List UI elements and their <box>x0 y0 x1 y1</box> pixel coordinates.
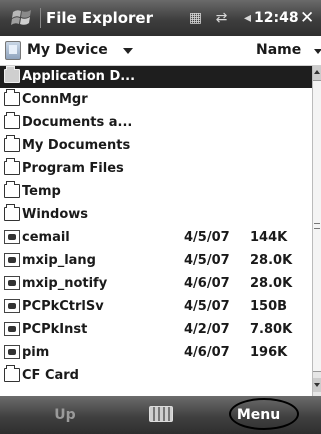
file-name: ConnMgr <box>22 92 88 107</box>
scroll-up-arrow-icon[interactable] <box>313 66 321 80</box>
vertical-scrollbar[interactable] <box>312 66 321 396</box>
file-size: 150B <box>250 299 288 314</box>
close-button[interactable]: ✕ <box>300 0 314 36</box>
file-icon <box>4 322 20 336</box>
scroll-grip-icon <box>314 223 320 229</box>
sort-label: Name <box>256 42 302 58</box>
menu-highlight-ring <box>229 398 299 430</box>
file-row[interactable]: cemail 4/5/07 144K <box>0 227 312 249</box>
folder-icon <box>4 365 20 382</box>
folder-row[interactable]: CF Card <box>0 365 312 387</box>
folder-icon <box>4 135 20 152</box>
folder-row[interactable]: My Documents <box>0 135 312 157</box>
file-name: Program Files <box>22 161 124 176</box>
folder-row[interactable]: Documents a... <box>0 112 312 134</box>
status-icons: ▦ ⇄ ◂ <box>187 9 256 27</box>
file-size: 28.0K <box>250 253 293 268</box>
file-date: 4/5/07 <box>184 253 230 268</box>
keyboard-icon[interactable] <box>149 406 173 422</box>
file-icon <box>4 230 20 244</box>
file-size: 144K <box>250 230 288 245</box>
file-size: 196K <box>250 345 288 360</box>
scroll-thumb[interactable] <box>313 80 321 372</box>
folder-row[interactable]: Application D... <box>0 66 312 88</box>
file-name: pim <box>22 345 50 360</box>
connectivity-icon[interactable]: ⇄ <box>213 10 230 26</box>
clock[interactable]: 12:48 <box>254 0 299 36</box>
folder-icon <box>4 181 20 198</box>
file-name: CF Card <box>22 368 79 383</box>
folder-row[interactable]: Program Files <box>0 158 312 180</box>
folder-icon <box>4 89 20 106</box>
sync-icon[interactable]: ▦ <box>187 10 204 26</box>
file-name: Temp <box>22 184 61 199</box>
file-name: mxip_lang <box>22 253 96 268</box>
file-name: cemail <box>22 230 70 245</box>
file-name: PCPkInst <box>22 322 88 337</box>
menu-bar: Up Menu <box>0 396 321 434</box>
folder-row[interactable]: ConnMgr <box>0 89 312 111</box>
chevron-down-icon <box>123 48 133 54</box>
file-size: 28.0K <box>250 276 293 291</box>
file-row[interactable]: mxip_notify 4/6/07 28.0K <box>0 273 312 295</box>
file-row[interactable]: PCPkInst 4/2/07 7.80K <box>0 319 312 341</box>
folder-icon <box>4 204 20 221</box>
file-icon <box>4 299 20 313</box>
title-divider <box>40 8 41 28</box>
file-name: My Documents <box>22 138 131 153</box>
app-title: File Explorer <box>46 9 153 27</box>
file-name: mxip_notify <box>22 276 108 291</box>
file-name: Documents a... <box>22 115 133 130</box>
file-name: Windows <box>22 207 89 222</box>
up-softkey[interactable]: Up <box>0 396 130 434</box>
device-icon <box>5 41 21 60</box>
file-icon <box>4 253 20 267</box>
file-date: 4/6/07 <box>184 276 230 291</box>
folder-icon <box>4 66 20 83</box>
file-date: 4/2/07 <box>184 322 230 337</box>
scroll-down-arrow-icon[interactable] <box>313 378 321 392</box>
file-size: 7.80K <box>250 322 293 337</box>
location-label: My Device <box>27 42 108 58</box>
file-icon <box>4 345 20 359</box>
folder-row[interactable]: Windows <box>0 204 312 226</box>
file-date: 4/5/07 <box>184 299 230 314</box>
file-date: 4/5/07 <box>184 230 230 245</box>
address-bar: My Device Name <box>0 36 321 66</box>
folder-icon <box>4 158 20 175</box>
file-date: 4/6/07 <box>184 345 230 360</box>
file-name: PCPkCtrlSv <box>22 299 104 314</box>
folder-row[interactable]: Temp <box>0 181 312 203</box>
folder-icon <box>4 112 20 129</box>
file-name: Application D... <box>22 69 136 84</box>
windows-start-icon[interactable] <box>10 6 34 30</box>
title-bar: File Explorer ▦ ⇄ ◂ 12:48 ✕ <box>0 0 321 36</box>
file-list: Application D... ConnMgr Documents a... My … <box>0 66 312 396</box>
file-row[interactable]: mxip_lang 4/5/07 28.0K <box>0 250 312 272</box>
chevron-down-icon <box>314 49 321 54</box>
file-row[interactable]: pim 4/6/07 196K <box>0 342 312 364</box>
file-icon <box>4 276 20 290</box>
file-row[interactable]: PCPkCtrlSv 4/5/07 150B <box>0 296 312 318</box>
